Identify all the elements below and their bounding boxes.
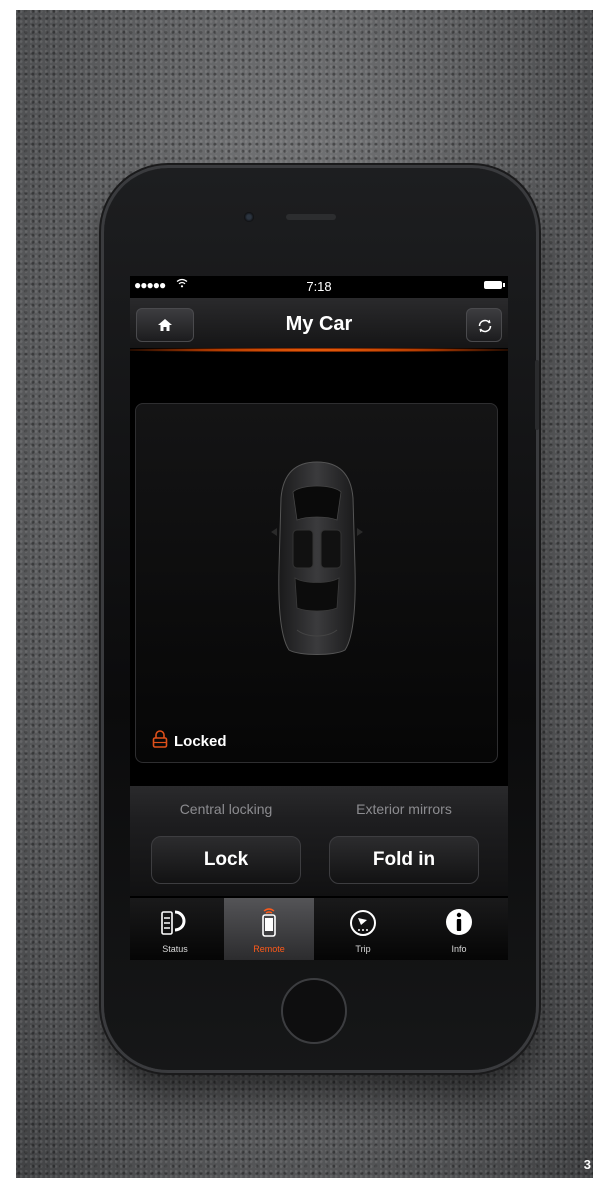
status-bar: ●●●●● 7:18 xyxy=(130,276,508,296)
tab-bar: Status Remote Trip Info xyxy=(130,898,508,960)
lock-button[interactable]: Lock xyxy=(151,836,301,884)
status-time: 7:18 xyxy=(306,279,332,294)
info-icon xyxy=(443,906,475,943)
front-camera xyxy=(244,212,254,222)
earpiece-speaker xyxy=(286,214,336,220)
tab-info[interactable]: Info xyxy=(414,898,504,960)
tab-info-label: Info xyxy=(451,944,467,954)
car-status-panel: Locked xyxy=(135,403,498,763)
lock-status: Locked xyxy=(152,730,227,753)
refresh-icon xyxy=(476,317,494,340)
remote-controls: Central locking Exterior mirrors Lock Fo… xyxy=(130,786,508,896)
refresh-button[interactable] xyxy=(466,308,502,342)
car-top-view-image xyxy=(267,458,367,663)
lock-icon xyxy=(152,730,168,753)
phone-home-button[interactable] xyxy=(281,978,347,1044)
lock-status-label: Locked xyxy=(174,733,227,750)
page-title: My Car xyxy=(285,313,353,335)
left-margin xyxy=(0,0,16,1178)
top-margin xyxy=(0,0,593,10)
battery-icon xyxy=(484,281,505,289)
central-locking-header: Central locking xyxy=(179,801,273,817)
remote-icon xyxy=(253,906,285,943)
app-screen: ●●●●● 7:18 My Car Locked Central locking… xyxy=(130,276,508,960)
tab-status[interactable]: Status xyxy=(130,898,220,960)
tab-trip-label: Trip xyxy=(355,944,371,954)
tab-remote-label: Remote xyxy=(253,944,285,954)
status-icon xyxy=(159,906,191,943)
tab-remote[interactable]: Remote xyxy=(224,898,314,960)
nav-accent-glow xyxy=(130,348,508,352)
side-button xyxy=(535,360,539,430)
navigation-bar: My Car xyxy=(130,298,508,348)
page-number: 3 xyxy=(583,1157,591,1172)
tab-status-label: Status xyxy=(162,944,188,954)
exterior-mirrors-header: Exterior mirrors xyxy=(356,801,452,817)
tab-trip[interactable]: Trip xyxy=(318,898,408,960)
fold-in-button[interactable]: Fold in xyxy=(329,836,479,884)
trip-icon xyxy=(347,906,379,943)
